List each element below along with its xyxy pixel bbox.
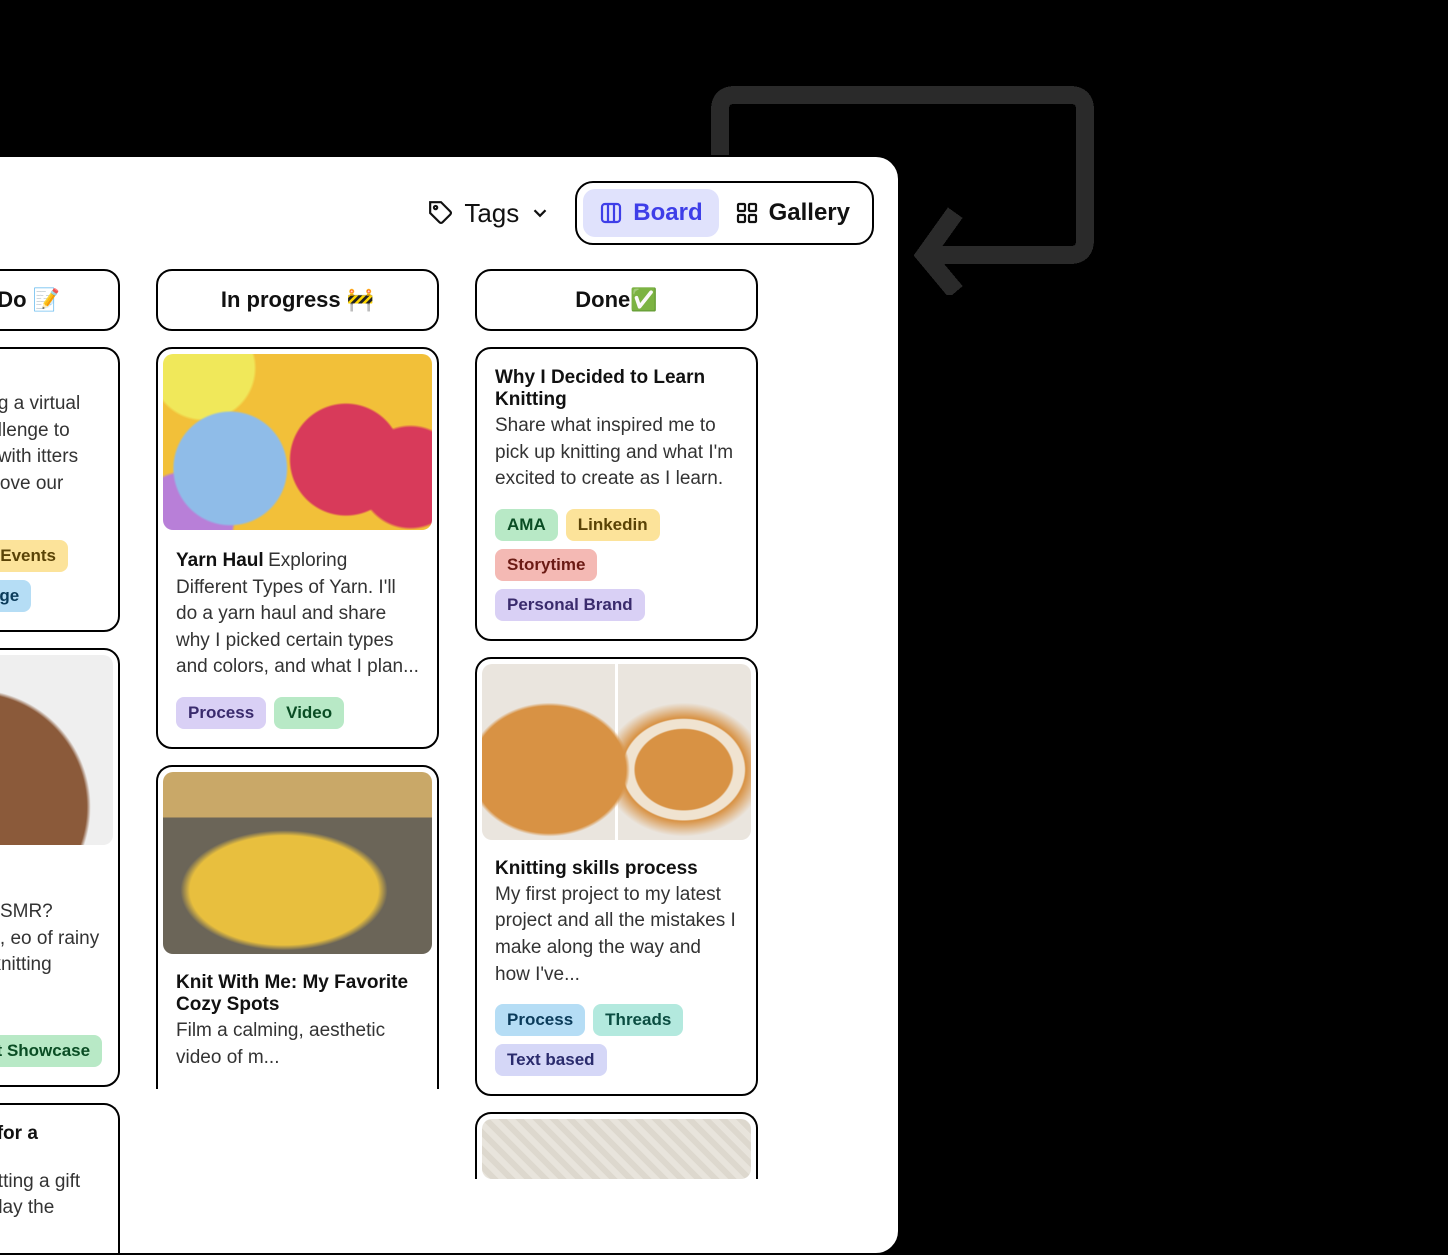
card-desc: Share what inspired me to pick up knitti… — [495, 413, 738, 493]
toolbar: Tags Board Gallery — [0, 181, 874, 245]
card-desc: ting be ASMR? Relaxing, eo of rainy day … — [0, 899, 100, 979]
gallery-icon — [735, 201, 759, 225]
card-done-1[interactable]: Why I Decided to Learn Knitting Share wh… — [475, 347, 758, 641]
tag[interactable]: AMA — [495, 509, 558, 541]
card-desc: Film a calming, aesthetic video of m... — [176, 1018, 419, 1071]
board-label: Board — [633, 199, 702, 227]
tag[interactable]: Video — [274, 697, 344, 729]
card-desc: My first project to my latest project an… — [495, 882, 738, 988]
tags-row: Process Video — [176, 697, 419, 729]
tag[interactable]: Linkedin — [566, 509, 660, 541]
card-image — [163, 772, 432, 954]
tag[interactable]: Challenge — [0, 580, 31, 612]
card-title: Knit With Me: My Favorite Cozy Spots — [176, 972, 408, 1015]
tag[interactable]: Text based — [495, 1044, 607, 1076]
tag[interactable]: Storytime — [495, 549, 597, 581]
gallery-label: Gallery — [769, 199, 850, 227]
board-icon — [599, 201, 623, 225]
card-todo-2[interactable]: ting be ASMR? Relaxing, eo of rainy day … — [0, 648, 120, 1087]
column-in-progress: In progress 🚧 Yarn Haul Exploring Differ… — [156, 269, 439, 1255]
column-header-todo: To Do 📝 — [0, 269, 120, 331]
card-title: g a Gift for a Friend — [0, 1123, 38, 1166]
card-todo-3[interactable]: g a Gift for a Friend ment knitting a gi… — [0, 1103, 120, 1255]
tag[interactable]: Threads — [593, 1004, 683, 1036]
tags-row: nity Events Challenge — [0, 540, 100, 612]
board-view-button[interactable]: Board — [583, 189, 718, 237]
tags-row: s Product Showcase — [0, 995, 100, 1067]
column-header-done: Done✅ — [475, 269, 758, 331]
tags-filter[interactable]: Tags — [428, 198, 551, 229]
card-image — [163, 354, 432, 530]
card-image — [0, 655, 113, 845]
tags-label: Tags — [464, 198, 519, 229]
card-inprogress-1[interactable]: Yarn Haul Exploring Different Types of Y… — [156, 347, 439, 749]
tag[interactable]: Process — [495, 1004, 585, 1036]
card-todo-1[interactable]: s ut hosting a virtual knit- challenge t… — [0, 347, 120, 632]
card-desc: ment knitting a gift and 's bday the tho… — [0, 1169, 100, 1249]
column-done: Done✅ Why I Decided to Learn Knitting Sh… — [475, 269, 758, 1255]
tag[interactable]: Product Showcase — [0, 1035, 102, 1067]
gallery-view-button[interactable]: Gallery — [719, 189, 866, 237]
column-header-in-progress: In progress 🚧 — [156, 269, 439, 331]
board: To Do 📝 s ut hosting a virtual knit- cha… — [0, 269, 874, 1255]
chevron-down-icon — [529, 202, 551, 224]
card-title: Why I Decided to Learn Knitting — [495, 367, 705, 410]
view-toggle: Board Gallery — [575, 181, 874, 245]
tags-row: AMA Linkedin Storytime Personal Brand — [495, 509, 738, 621]
card-inprogress-2[interactable]: Knit With Me: My Favorite Cozy Spots Fil… — [156, 765, 439, 1089]
card-done-3[interactable] — [475, 1112, 758, 1179]
tag[interactable]: Events — [0, 540, 68, 572]
card-title: Yarn Haul — [176, 550, 264, 571]
card-image — [482, 1119, 751, 1179]
card-done-2[interactable]: Knitting skills process My first project… — [475, 657, 758, 1096]
tag-icon — [428, 200, 454, 226]
card-title: Knitting skills process — [495, 858, 698, 879]
tag[interactable]: Process — [176, 697, 266, 729]
card-image — [482, 664, 751, 840]
app-window: Tags Board Gallery To Do 📝 — [0, 155, 900, 1255]
column-todo: To Do 📝 s ut hosting a virtual knit- cha… — [0, 269, 120, 1255]
tags-row: Process Threads Text based — [495, 1004, 738, 1076]
card-desc: ut hosting a virtual knit- challenge to … — [0, 391, 100, 524]
tag[interactable]: Personal Brand — [495, 589, 645, 621]
